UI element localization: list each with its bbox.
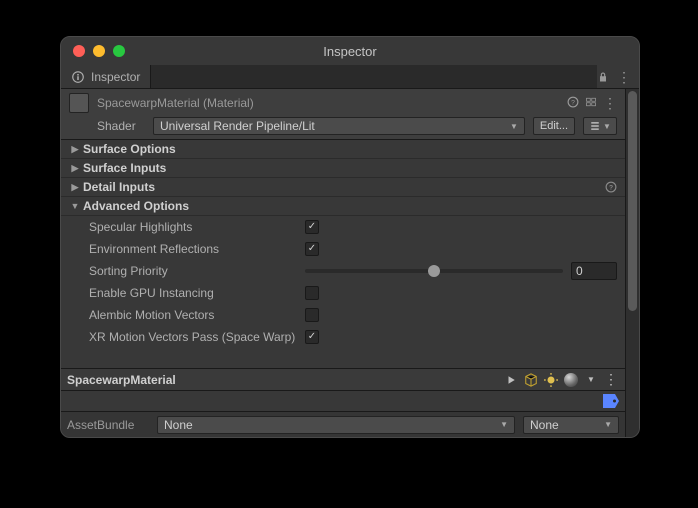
sphere-icon[interactable] bbox=[563, 372, 579, 388]
shader-menu-button[interactable]: ▼ bbox=[583, 117, 617, 135]
section-label: Surface Inputs bbox=[83, 161, 166, 175]
list-icon bbox=[589, 121, 601, 131]
kebab-menu-icon[interactable]: ⋮ bbox=[617, 70, 631, 84]
tag-icon[interactable] bbox=[603, 394, 619, 408]
section-label: Detail Inputs bbox=[83, 180, 155, 194]
shader-dropdown[interactable]: Universal Render Pipeline/Lit ▼ bbox=[153, 117, 525, 135]
inspector-window: Inspector Inspector ⋮ SpacewarpMaterial … bbox=[60, 36, 640, 438]
titlebar: Inspector bbox=[61, 37, 639, 65]
window-controls bbox=[61, 45, 125, 57]
sorting-priority-slider[interactable] bbox=[305, 269, 563, 273]
asset-bundle-row: AssetBundle None ▼ None ▼ bbox=[61, 411, 625, 437]
window-title: Inspector bbox=[61, 44, 639, 59]
material-title: SpacewarpMaterial (Material) bbox=[97, 96, 559, 110]
svg-text:?: ? bbox=[571, 99, 575, 106]
shader-label: Shader bbox=[97, 119, 145, 133]
xr-motion-vectors-checkbox[interactable] bbox=[305, 330, 319, 344]
help-icon[interactable]: ? bbox=[605, 181, 617, 193]
light-icon[interactable] bbox=[543, 372, 559, 388]
scrollbar-thumb[interactable] bbox=[628, 91, 637, 311]
material-preview-thumbnail[interactable] bbox=[69, 93, 89, 113]
tab-bar: Inspector ⋮ bbox=[61, 65, 639, 89]
svg-text:?: ? bbox=[609, 184, 613, 191]
section-surface-inputs[interactable]: ▶ Surface Inputs bbox=[61, 159, 625, 178]
environment-reflections-checkbox[interactable] bbox=[305, 242, 319, 256]
asset-preview-header[interactable]: SpacewarpMaterial ▼ ⋮ bbox=[61, 368, 625, 390]
sorting-priority-field[interactable]: 0 bbox=[571, 262, 617, 280]
chevron-right-icon: ▶ bbox=[69, 182, 81, 193]
preset-icon[interactable] bbox=[585, 96, 597, 110]
chevron-down-icon: ▼ bbox=[500, 420, 508, 429]
asset-bundle-main-dropdown[interactable]: None ▼ bbox=[157, 416, 515, 434]
zoom-window-button[interactable] bbox=[113, 45, 125, 57]
tab-label: Inspector bbox=[91, 70, 140, 84]
cube-icon[interactable] bbox=[523, 372, 539, 388]
chevron-right-icon: ▶ bbox=[69, 144, 81, 155]
kebab-menu-icon[interactable]: ⋮ bbox=[603, 372, 619, 388]
play-icon[interactable] bbox=[503, 372, 519, 388]
gpu-instancing-checkbox[interactable] bbox=[305, 286, 319, 300]
material-header: SpacewarpMaterial (Material) ? ⋮ Shader bbox=[61, 89, 625, 140]
tab-inspector[interactable]: Inspector bbox=[61, 65, 151, 88]
sorting-priority-label: Sorting Priority bbox=[69, 264, 305, 278]
chevron-down-icon: ▼ bbox=[510, 122, 518, 131]
section-detail-inputs[interactable]: ▶ Detail Inputs ? bbox=[61, 178, 625, 197]
asset-bundle-variant-dropdown[interactable]: None ▼ bbox=[523, 416, 619, 434]
alembic-motion-vectors-label: Alembic Motion Vectors bbox=[69, 308, 305, 322]
section-label: Advanced Options bbox=[83, 199, 189, 213]
xr-motion-vectors-label: XR Motion Vectors Pass (Space Warp) bbox=[69, 330, 305, 344]
chevron-down-icon: ▼ bbox=[603, 122, 611, 131]
gpu-instancing-label: Enable GPU Instancing bbox=[69, 286, 305, 300]
section-advanced-options[interactable]: ▼ Advanced Options bbox=[61, 197, 625, 216]
specular-highlights-checkbox[interactable] bbox=[305, 220, 319, 234]
shader-dropdown-value: Universal Render Pipeline/Lit bbox=[160, 119, 315, 133]
vertical-scrollbar[interactable] bbox=[625, 89, 639, 437]
lock-icon[interactable] bbox=[597, 71, 609, 83]
chevron-down-icon: ▼ bbox=[69, 201, 81, 211]
advanced-options-body: Specular Highlights Environment Reflecti… bbox=[61, 216, 625, 352]
specular-highlights-label: Specular Highlights bbox=[69, 220, 305, 234]
minimize-window-button[interactable] bbox=[93, 45, 105, 57]
tab-spacer bbox=[151, 65, 597, 88]
chevron-down-icon: ▼ bbox=[604, 420, 612, 429]
kebab-menu-icon[interactable]: ⋮ bbox=[603, 96, 617, 110]
asset-labels-row bbox=[61, 390, 625, 411]
chevron-right-icon: ▶ bbox=[69, 163, 81, 174]
edit-shader-button[interactable]: Edit... bbox=[533, 117, 575, 135]
section-surface-options[interactable]: ▶ Surface Options bbox=[61, 140, 625, 159]
info-icon bbox=[71, 70, 85, 84]
alembic-motion-vectors-checkbox[interactable] bbox=[305, 308, 319, 322]
section-label: Surface Options bbox=[83, 142, 176, 156]
slider-thumb[interactable] bbox=[428, 265, 440, 277]
asset-bundle-label: AssetBundle bbox=[67, 418, 149, 432]
asset-name: SpacewarpMaterial bbox=[67, 373, 499, 387]
help-icon[interactable]: ? bbox=[567, 96, 579, 110]
environment-reflections-label: Environment Reflections bbox=[69, 242, 305, 256]
close-window-button[interactable] bbox=[73, 45, 85, 57]
chevron-down-icon[interactable]: ▼ bbox=[583, 372, 599, 388]
